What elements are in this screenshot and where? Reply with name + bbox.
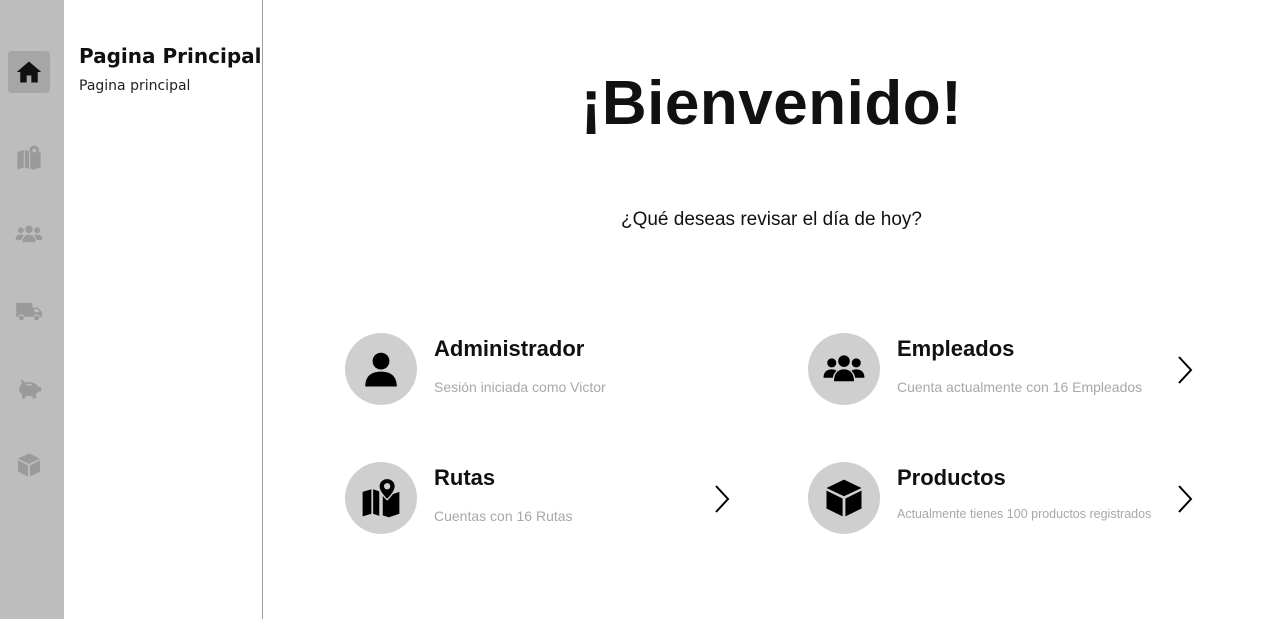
box-icon <box>17 453 41 477</box>
routes-chevron-right-icon[interactable] <box>712 484 732 514</box>
icon-rail <box>0 0 64 619</box>
user-icon <box>365 352 397 387</box>
truck-icon <box>16 302 42 322</box>
products-card[interactable]: Productos Actualmente tienes 100 product… <box>808 462 1208 536</box>
admin-card-title: Administrador <box>434 336 585 361</box>
users-icon <box>15 225 43 243</box>
panel-subtitle-link[interactable]: Pagina principal <box>79 78 190 94</box>
employees-card-title: Empleados <box>897 336 1015 361</box>
routes-card[interactable]: Rutas Cuentas con 16 Rutas <box>345 462 745 536</box>
home-icon <box>16 61 42 83</box>
employees-avatar <box>808 333 880 405</box>
box-icon <box>826 479 862 517</box>
employees-chevron-right-icon[interactable] <box>1175 355 1195 385</box>
products-chevron-right-icon[interactable] <box>1175 484 1195 514</box>
section-panel: Pagina Principal Pagina principal <box>64 0 263 619</box>
admin-card: Administrador Sesión iniciada como Victo… <box>345 333 685 407</box>
routes-card-subtitle: Cuentas con 16 Rutas <box>434 508 573 524</box>
rail-employees-button[interactable] <box>8 213 50 255</box>
map-icon <box>17 145 41 170</box>
app: Pagina Principal Pagina principal ¡Bienv… <box>0 0 1280 619</box>
employees-card[interactable]: Empleados Cuenta actualmente con 16 Empl… <box>808 333 1208 407</box>
rail-finances-button[interactable] <box>8 367 50 409</box>
products-card-title: Productos <box>897 465 1006 490</box>
routes-card-title: Rutas <box>434 465 496 490</box>
rail-delivery-button[interactable] <box>8 290 50 332</box>
main-content: ¡Bienvenido! ¿Qué deseas revisar el día … <box>263 0 1280 619</box>
panel-title: Pagina Principal <box>79 44 262 68</box>
rail-home-button[interactable] <box>8 51 50 93</box>
products-avatar <box>808 462 880 534</box>
admin-card-subtitle: Sesión iniciada como Victor <box>434 379 606 395</box>
question-text: ¿Qué deseas revisar el día de hoy? <box>620 209 922 230</box>
users-icon <box>823 355 865 382</box>
map-pin-icon <box>362 477 400 518</box>
routes-avatar <box>345 462 417 534</box>
admin-avatar <box>345 333 417 405</box>
products-card-subtitle: Actualmente tienes 100 productos registr… <box>897 507 1152 521</box>
employees-card-subtitle: Cuenta actualmente con 16 Empleados <box>897 379 1143 395</box>
welcome-heading: ¡Bienvenido! <box>580 69 963 138</box>
rail-products-button[interactable] <box>8 444 50 486</box>
rail-routes-button[interactable] <box>8 137 50 179</box>
piggy-bank-icon <box>19 379 42 399</box>
